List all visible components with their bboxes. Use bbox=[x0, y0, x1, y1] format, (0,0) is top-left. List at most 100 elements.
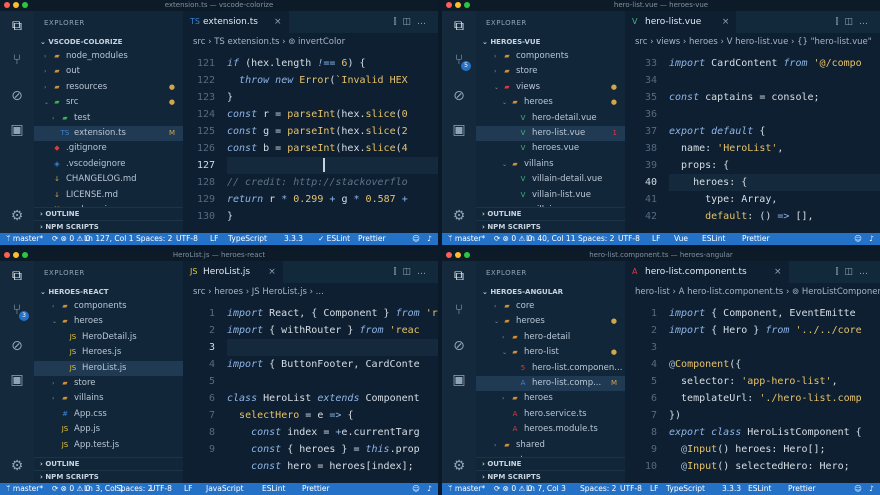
feedback-smiley-icon[interactable]: ☺ bbox=[412, 233, 420, 245]
indentation-status[interactable]: Spaces: 2 bbox=[116, 483, 152, 495]
outline-section-header[interactable]: › OUTLINE bbox=[476, 207, 625, 220]
code-text[interactable]: import { Component, EventEmitte import { … bbox=[669, 305, 880, 483]
breadcrumb[interactable]: src › heroes › JS HeroList.js › ... bbox=[193, 285, 324, 299]
file-tree-item[interactable]: TS extension.ts M bbox=[34, 126, 183, 141]
code-text[interactable]: if (hex.length !== 6) { throw new Error(… bbox=[227, 55, 438, 233]
project-section-header[interactable]: ⌄ VSCODE-COLORIZE bbox=[34, 36, 183, 48]
file-tree-item[interactable]: ◈ .vscodeignore bbox=[34, 157, 183, 172]
file-tree-item[interactable]: JS App.test.js bbox=[34, 438, 183, 453]
line-ending-status[interactable]: LF bbox=[184, 483, 193, 495]
debug-icon[interactable]: ⊘ bbox=[450, 87, 468, 105]
settings-gear-icon[interactable]: ⚙ bbox=[8, 207, 26, 225]
line-ending-status[interactable]: LF bbox=[650, 483, 659, 495]
file-tree-item[interactable]: Vhero-list.vue 1 bbox=[476, 126, 625, 141]
prettier-status[interactable]: Prettier bbox=[358, 233, 386, 245]
extensions-icon[interactable]: ▣ bbox=[450, 121, 468, 139]
typescript-version-status[interactable]: 3.3.3 bbox=[722, 483, 741, 495]
extensions-icon[interactable]: ▣ bbox=[8, 371, 26, 389]
editor-tab[interactable]: TS extension.ts × bbox=[183, 11, 289, 33]
file-tree-item[interactable]: JS App.js bbox=[34, 422, 183, 437]
file-tree-item[interactable]: › ▰ store bbox=[476, 64, 625, 79]
file-tree-item[interactable]: Ahero.service.ts bbox=[476, 407, 625, 422]
file-tree-item[interactable]: Vhero-detail.vue bbox=[476, 111, 625, 126]
close-icon[interactable]: × bbox=[722, 11, 730, 33]
file-tree-item[interactable]: › ▰ heroes bbox=[476, 391, 625, 406]
typescript-version-status[interactable]: 3.3.3 bbox=[284, 233, 303, 245]
file-tree-item[interactable]: › ▰ villains bbox=[34, 391, 183, 406]
file-tree-item[interactable]: Vvillain-list.vue bbox=[476, 188, 625, 203]
source-control-icon[interactable]: ⑂ 3 bbox=[8, 301, 29, 321]
file-tree-item[interactable]: › ▰ node_modules bbox=[34, 49, 183, 64]
git-branch-status[interactable]: ᛘ master* bbox=[448, 483, 485, 495]
project-section-header[interactable]: ⌄ HEROES-REACT bbox=[34, 286, 183, 298]
notification-bell-icon[interactable]: ♪ bbox=[427, 233, 432, 245]
encoding-status[interactable]: UTF-8 bbox=[176, 233, 198, 245]
settings-gear-icon[interactable]: ⚙ bbox=[450, 457, 468, 475]
file-tree-item[interactable]: › ▰ shared bbox=[476, 438, 625, 453]
eslint-status[interactable]: ESLint bbox=[702, 233, 725, 245]
close-window-button[interactable] bbox=[4, 2, 10, 8]
editor-tab[interactable]: Vhero-list.vue × bbox=[625, 11, 737, 33]
zoom-window-button[interactable] bbox=[464, 252, 470, 258]
prettier-status[interactable]: Prettier bbox=[742, 233, 770, 245]
language-mode-status[interactable]: Vue bbox=[674, 233, 688, 245]
encoding-status[interactable]: UTF-8 bbox=[620, 483, 642, 495]
file-tree-item[interactable]: ↓ CHANGELOG.md bbox=[34, 172, 183, 187]
file-tree-item[interactable]: › ▰ hero-detail bbox=[476, 330, 625, 345]
file-tree-item[interactable]: ⌄ ▰ heroes ● bbox=[476, 95, 625, 110]
file-tree-item[interactable]: › ▰ resources ● bbox=[34, 80, 183, 95]
file-tree-item[interactable]: › ▰ components bbox=[34, 299, 183, 314]
notification-bell-icon[interactable]: ♪ bbox=[869, 483, 874, 495]
indentation-status[interactable]: Spaces: 2 bbox=[136, 233, 172, 245]
indentation-status[interactable]: Spaces: 2 bbox=[580, 483, 616, 495]
notification-bell-icon[interactable]: ♪ bbox=[869, 233, 874, 245]
file-tree-item[interactable]: Ahero-list.comp... M bbox=[476, 376, 625, 391]
feedback-smiley-icon[interactable]: ☺ bbox=[412, 483, 420, 495]
git-branch-status[interactable]: ᛘ master* bbox=[6, 483, 43, 495]
files-icon[interactable]: ⧉ bbox=[450, 17, 468, 35]
file-tree-item[interactable]: JS Heroes.js bbox=[34, 345, 183, 360]
close-window-button[interactable] bbox=[4, 252, 10, 258]
minimize-window-button[interactable] bbox=[455, 2, 461, 8]
project-section-header[interactable]: ⌄ HEROES-VUE bbox=[476, 36, 625, 48]
encoding-status[interactable]: UTF-8 bbox=[150, 483, 172, 495]
files-icon[interactable]: ⧉ bbox=[8, 267, 26, 285]
settings-gear-icon[interactable]: ⚙ bbox=[450, 207, 468, 225]
close-icon[interactable]: × bbox=[274, 11, 282, 33]
files-icon[interactable]: ⧉ bbox=[8, 17, 26, 35]
zoom-window-button[interactable] bbox=[22, 252, 28, 258]
code-text[interactable]: import React, { Component } from 're impo… bbox=[227, 305, 438, 483]
file-tree-item[interactable]: ⌄ ▰ heroes bbox=[34, 314, 183, 329]
file-tree-item[interactable]: ◆ .gitignore bbox=[34, 141, 183, 156]
file-tree-item[interactable]: › ▰ core bbox=[476, 299, 625, 314]
encoding-status[interactable]: UTF-8 bbox=[618, 233, 640, 245]
file-tree-item[interactable]: Vheroes.vue bbox=[476, 141, 625, 156]
minimize-window-button[interactable] bbox=[455, 252, 461, 258]
file-tree-item[interactable]: ⌄ ▰ heroes ● bbox=[476, 314, 625, 329]
settings-gear-icon[interactable]: ⚙ bbox=[8, 457, 26, 475]
minimize-window-button[interactable] bbox=[13, 2, 19, 8]
git-branch-status[interactable]: ᛘ master* bbox=[6, 233, 43, 245]
source-control-icon[interactable]: ⑂ bbox=[8, 51, 26, 69]
file-tree-item[interactable]: # App.css bbox=[34, 407, 183, 422]
git-branch-status[interactable]: ᛘ master* bbox=[448, 233, 485, 245]
toggle-panel-icon[interactable]: ◫ bbox=[844, 267, 859, 277]
outline-section-header[interactable]: › OUTLINE bbox=[34, 207, 183, 220]
npm-scripts-section-header[interactable]: › NPM SCRIPTS bbox=[34, 470, 183, 483]
language-mode-status[interactable]: TypeScript bbox=[666, 483, 705, 495]
close-icon[interactable]: × bbox=[774, 261, 782, 283]
source-control-icon[interactable]: ⑂ bbox=[450, 301, 468, 319]
language-mode-status[interactable]: TypeScript bbox=[228, 233, 267, 245]
toggle-panel-icon[interactable]: ◫ bbox=[844, 17, 859, 27]
feedback-smiley-icon[interactable]: ☺ bbox=[854, 233, 862, 245]
prettier-status[interactable]: Prettier bbox=[302, 483, 330, 495]
more-actions-icon[interactable]: … bbox=[859, 17, 874, 27]
file-tree-item[interactable]: JS HeroList.js bbox=[34, 360, 183, 376]
eslint-status[interactable]: ESLint bbox=[262, 483, 285, 495]
line-ending-status[interactable]: LF bbox=[210, 233, 219, 245]
eslint-status[interactable]: ESLint bbox=[748, 483, 771, 495]
source-control-icon[interactable]: ⑂ 5 bbox=[450, 51, 471, 71]
outline-section-header[interactable]: › OUTLINE bbox=[476, 457, 625, 470]
more-actions-icon[interactable]: … bbox=[417, 17, 432, 27]
cursor-position-status[interactable]: Ln 40, Col 11 bbox=[526, 233, 575, 245]
